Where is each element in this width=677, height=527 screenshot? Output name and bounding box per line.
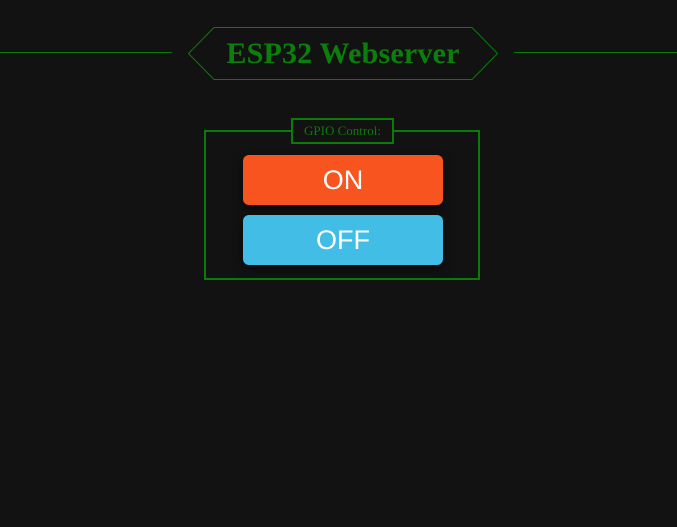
header-divider-left [0,52,172,53]
page-title: ESP32 Webserver [226,37,460,70]
title-badge: ESP32 Webserver [188,27,498,80]
header-divider-right [514,52,677,53]
gpio-off-button[interactable]: OFF [243,215,443,265]
gpio-on-button[interactable]: ON [243,155,443,205]
gpio-control-legend: GPIO Control: [291,118,394,144]
page-header: ESP32 Webserver [0,0,677,90]
